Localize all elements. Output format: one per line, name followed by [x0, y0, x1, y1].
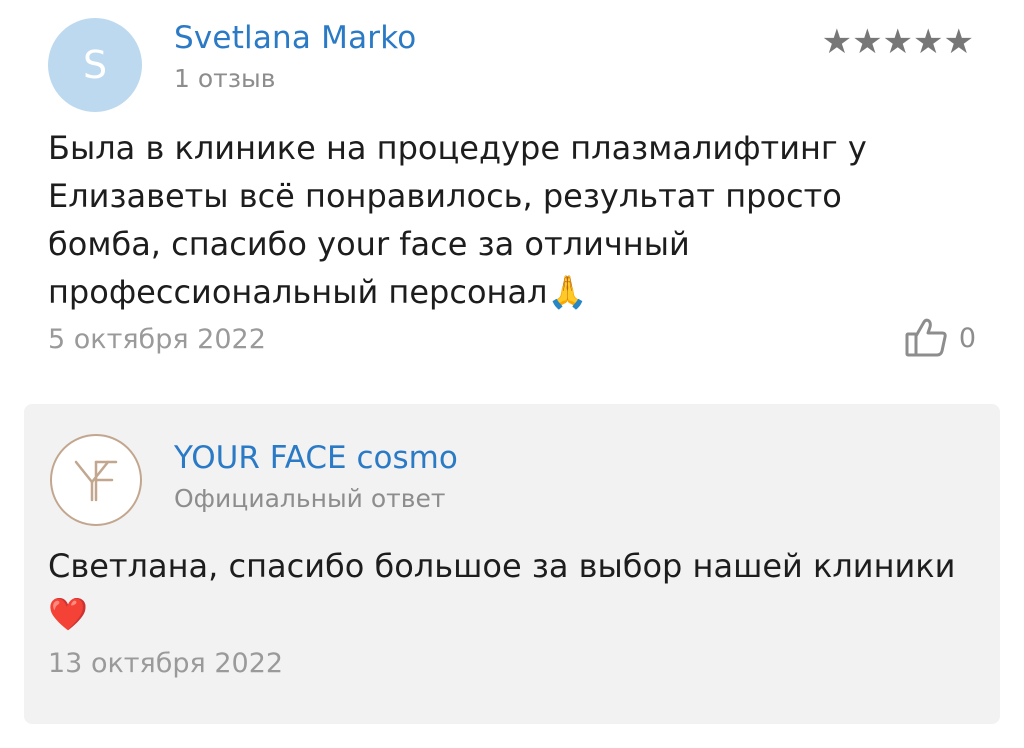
review-date: 5 октября 2022: [48, 324, 266, 355]
reply-date: 13 октября 2022: [48, 648, 284, 679]
official-reply-label: Официальный ответ: [174, 484, 446, 513]
review-text: Была в клинике на процедуре плазмалифтин…: [48, 129, 867, 311]
like-count: 0: [958, 322, 976, 354]
avatar-letter: S: [82, 43, 108, 87]
reply-author-name[interactable]: YOUR FACE cosmo: [174, 440, 458, 476]
thumbs-up-icon: [905, 318, 949, 358]
like-button[interactable]: 0: [905, 318, 976, 358]
review-card: S Svetlana Marko 1 отзыв ★★★★★ Была в кл…: [0, 0, 1024, 400]
author-review-count: 1 отзыв: [174, 64, 276, 93]
yf-monogram-logo: [50, 434, 142, 526]
author-name[interactable]: Svetlana Marko: [174, 20, 416, 56]
official-reply: YOUR FACE cosmo Официальный ответ Светла…: [24, 404, 1000, 724]
rating-stars: ★★★★★: [821, 22, 974, 62]
avatar[interactable]: S: [48, 18, 142, 112]
reply-text: Светлана, спасибо большое за выбор нашей…: [48, 547, 956, 633]
